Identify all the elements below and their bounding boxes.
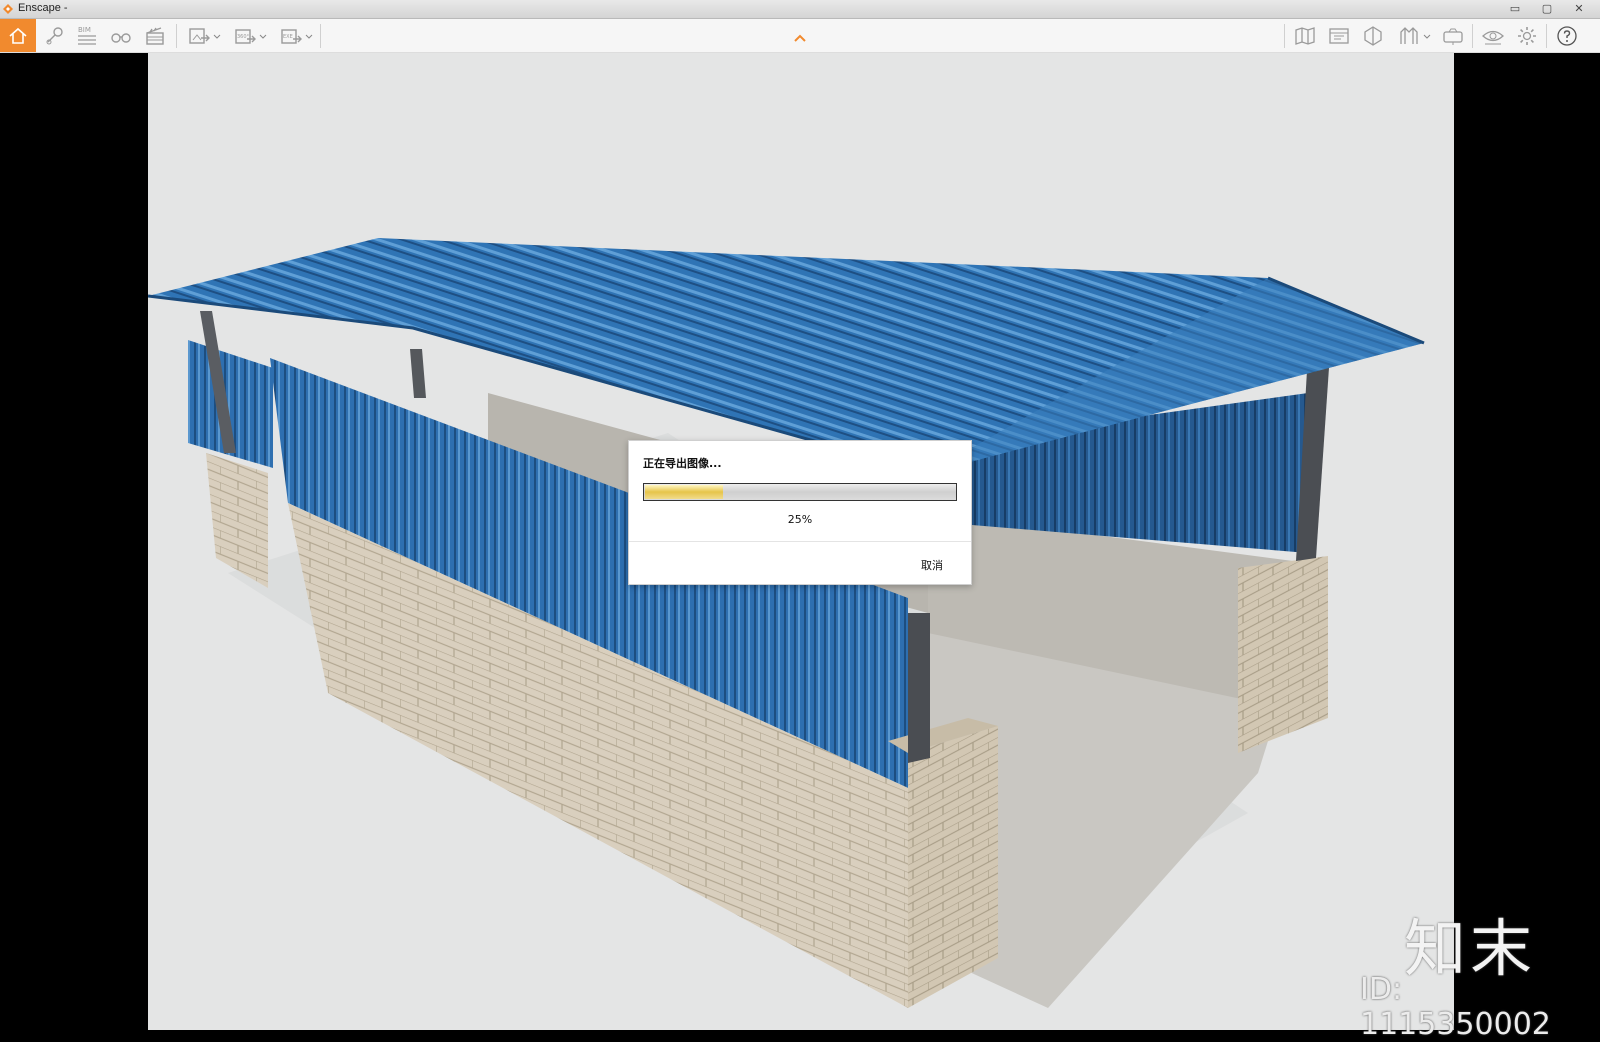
bim-icon: BIM	[78, 26, 96, 45]
maximize-button[interactable]: ▢	[1532, 1, 1562, 15]
chevron-up-icon	[794, 34, 806, 42]
export-exe-button[interactable]: EXE	[274, 19, 318, 52]
visual-settings-button[interactable]	[1478, 19, 1508, 52]
panel-button[interactable]	[1324, 19, 1354, 52]
map-icon	[1295, 26, 1315, 45]
enscape-logo-icon	[3, 4, 13, 14]
eye-icon	[1482, 30, 1504, 44]
camera-button[interactable]	[1438, 19, 1468, 52]
cancel-button[interactable]: 取消	[921, 557, 943, 573]
progress-percent: 25%	[787, 513, 813, 526]
export-progress-dialog: 正在导出图像... 25% 取消	[628, 440, 972, 585]
binoculars-icon	[111, 32, 131, 43]
main-toolbar: BIM 360° EXE	[0, 19, 1600, 53]
svg-text:EXE: EXE	[283, 34, 293, 40]
minimize-button[interactable]: ▭	[1500, 1, 1530, 15]
watermark-id: ID: 1115350002	[1360, 972, 1551, 1042]
help-button[interactable]	[1552, 19, 1582, 52]
map-button[interactable]	[1290, 19, 1320, 52]
pin-icon	[46, 26, 63, 44]
panel-icon	[1329, 27, 1349, 44]
pin-button[interactable]	[40, 19, 70, 52]
export-image-button[interactable]	[182, 19, 226, 52]
home-icon	[9, 27, 27, 44]
cube-button[interactable]	[1358, 19, 1388, 52]
window-title: Enscape -	[18, 2, 68, 14]
close-button[interactable]: ✕	[1564, 1, 1594, 15]
export-panorama-icon: 360°	[235, 28, 256, 44]
export-progress-bar	[643, 483, 957, 501]
collapse-toolbar-button[interactable]	[788, 19, 812, 52]
chevron-down-icon[interactable]	[1423, 24, 1431, 48]
camera-icon	[1443, 28, 1463, 45]
dialog-title: 正在导出图像...	[643, 457, 722, 470]
export-exe-icon: EXE	[281, 28, 302, 44]
bim-button[interactable]: BIM	[72, 19, 102, 52]
views-button[interactable]	[106, 19, 136, 52]
gear-icon	[1518, 26, 1536, 45]
export-panorama-button[interactable]: 360°	[228, 19, 272, 52]
walk-icon	[1400, 26, 1418, 44]
video-editor-button[interactable]	[140, 19, 170, 52]
window-titlebar: Enscape - ▭ ▢ ✕	[0, 0, 1600, 19]
settings-button[interactable]	[1512, 19, 1542, 52]
walk-mode-button[interactable]	[1392, 19, 1436, 52]
dialog-divider	[629, 541, 971, 542]
export-image-icon	[189, 27, 210, 44]
chevron-down-icon[interactable]	[305, 24, 313, 48]
progress-fill	[645, 485, 723, 499]
chevron-down-icon[interactable]	[213, 24, 221, 48]
cube-icon	[1364, 25, 1382, 46]
clapper-icon	[146, 26, 164, 45]
svg-text:BIM: BIM	[78, 26, 91, 34]
home-button[interactable]	[0, 19, 36, 52]
chevron-down-icon[interactable]	[259, 24, 267, 48]
help-icon	[1557, 25, 1577, 46]
